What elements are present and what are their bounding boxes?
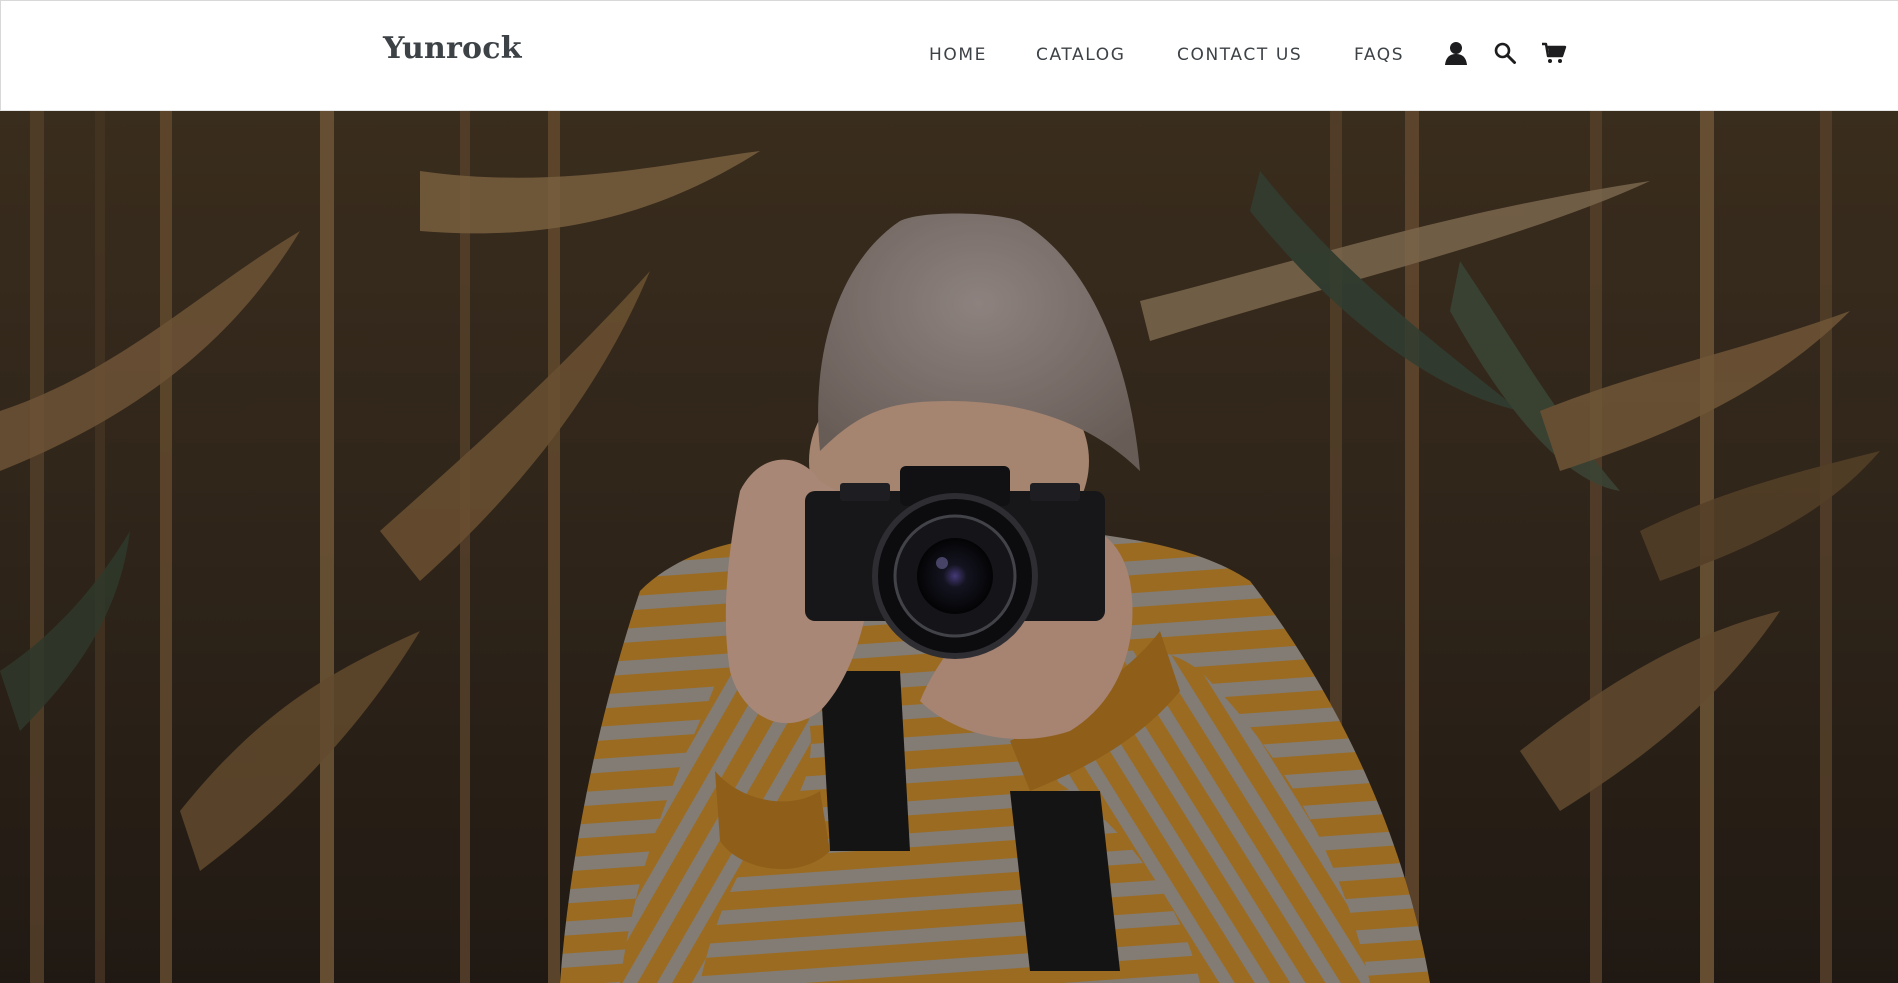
nav-faqs[interactable]: FAQS bbox=[1354, 45, 1404, 65]
search-icon[interactable] bbox=[1490, 38, 1520, 68]
account-icon[interactable] bbox=[1441, 38, 1471, 68]
site-header: Yunrock HOME CATALOG CONTACT US FAQS bbox=[0, 0, 1898, 111]
nav-catalog[interactable]: CATALOG bbox=[1036, 45, 1126, 65]
site-logo[interactable]: Yunrock bbox=[383, 31, 522, 66]
nav-home[interactable]: HOME bbox=[929, 45, 987, 65]
hero-image bbox=[0, 111, 1898, 983]
hero-banner bbox=[0, 111, 1898, 983]
cart-icon[interactable] bbox=[1539, 38, 1569, 68]
nav-contact-us[interactable]: CONTACT US bbox=[1177, 45, 1302, 65]
